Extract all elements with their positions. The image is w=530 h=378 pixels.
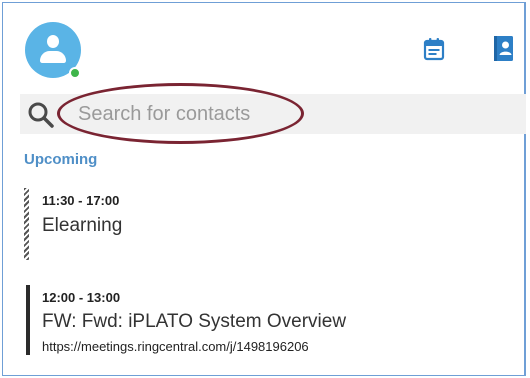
upcoming-event-elearning[interactable]: 11:30 - 17:00 Elearning <box>24 188 504 263</box>
event-time: 11:30 - 17:00 <box>42 193 120 208</box>
upcoming-event-iplato[interactable]: 12:00 - 13:00 FW: Fwd: iPLATO System Ove… <box>24 285 504 357</box>
event-meeting-link[interactable]: https://meetings.ringcentral.com/j/14981… <box>42 339 309 354</box>
event-status-bar-solid <box>26 285 30 355</box>
avatar-body-shape <box>40 51 66 63</box>
event-time: 12:00 - 13:00 <box>42 290 121 305</box>
calendar-notes-icon[interactable] <box>423 37 445 65</box>
event-status-bar-dashed <box>24 188 29 260</box>
event-title: Elearning <box>42 215 123 236</box>
event-title: FW: Fwd: iPLATO System Overview <box>42 311 347 332</box>
presence-online-indicator <box>69 67 81 79</box>
contacts-book-icon[interactable] <box>493 35 515 67</box>
search-bar <box>20 94 526 134</box>
upcoming-section-label: Upcoming <box>24 151 98 168</box>
search-input[interactable] <box>78 100 498 128</box>
avatar-head-shape <box>47 35 59 48</box>
search-icon[interactable] <box>27 101 55 133</box>
